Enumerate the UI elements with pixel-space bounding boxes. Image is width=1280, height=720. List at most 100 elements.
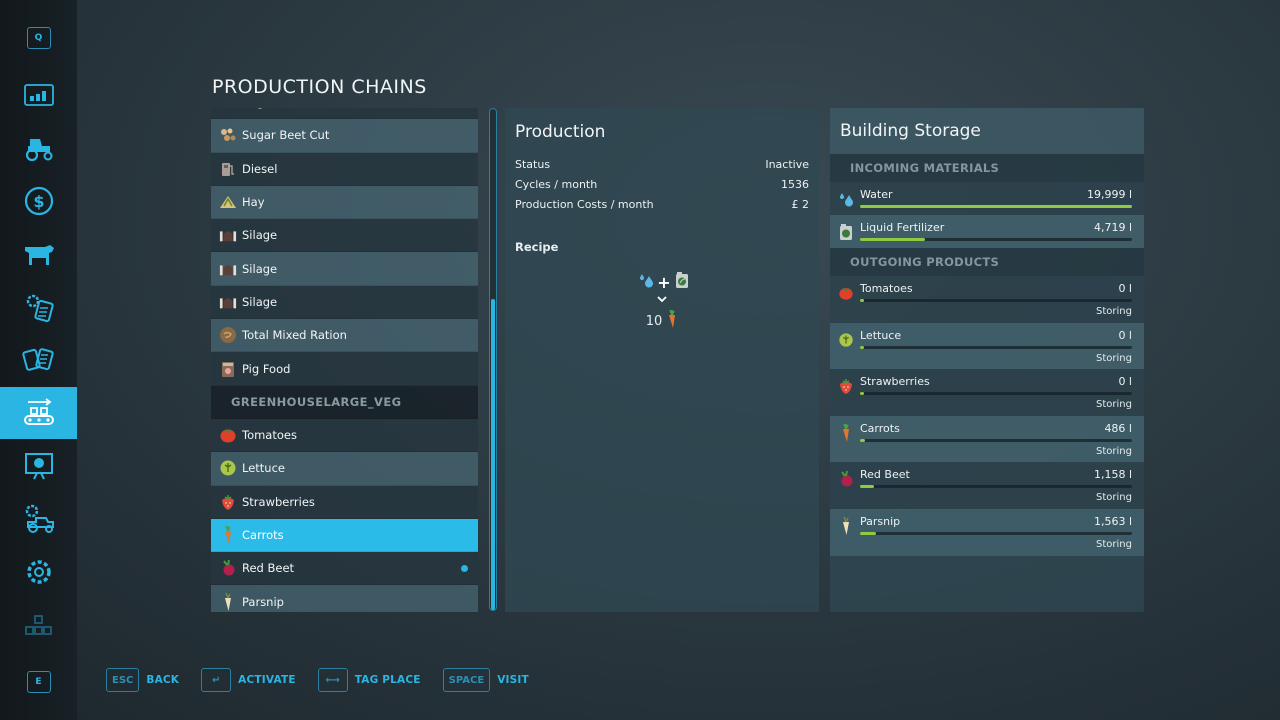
parsnip-icon (219, 592, 237, 611)
activate-button[interactable]: ↵ ACTIVATE (201, 668, 296, 692)
outgoing-product-row: Parsnip 1,563 l Storing (830, 508, 1144, 556)
cow-icon (24, 245, 54, 265)
tmr-icon (219, 326, 237, 344)
gear-tractor-icon (25, 504, 54, 533)
storage-mode-status: Storing (1096, 352, 1132, 364)
list-item[interactable]: Sugar Beet Cut (211, 119, 478, 153)
status-value: Inactive (765, 157, 809, 171)
fill-level-bar-fill (860, 531, 877, 535)
costs-label: Production Costs / month (515, 197, 654, 211)
list-item[interactable]: Parsnip (211, 585, 478, 612)
sidebar-item-contracts[interactable] (0, 281, 77, 333)
sidebar-item-vehicles[interactable] (0, 122, 77, 174)
list-item[interactable]: Sugar (211, 108, 478, 120)
storage-item-amount: 0 l (1118, 375, 1132, 389)
list-item-label: Total Mixed Ration (242, 328, 347, 343)
scrollbar-thumb[interactable] (491, 299, 495, 610)
tag-place-button[interactable]: ⟷ TAG PLACE (317, 668, 421, 692)
list-item[interactable]: Carrots (211, 518, 478, 553)
cycles-label: Cycles / month (515, 177, 598, 191)
sidebar-item-price-list[interactable] (0, 334, 77, 386)
sidebar-item-hierarchy[interactable] (0, 600, 77, 652)
fill-level-bar (860, 345, 1132, 349)
list-item[interactable]: Diesel (211, 152, 478, 186)
incoming-materials-label: INCOMING MATERIALS (830, 154, 1144, 182)
storage-item-amount: 0 l (1118, 282, 1132, 295)
list-item-label: Silage (242, 228, 278, 243)
list-item-label: Tomatoes (242, 428, 297, 443)
list-item[interactable]: Total Mixed Ration (211, 319, 478, 353)
list-item-label: Silage (242, 294, 278, 309)
recipe: + 10 (505, 271, 819, 333)
liquid-fertilizer-icon (838, 223, 854, 241)
storage-item-name: Liquid Fertilizer (860, 221, 945, 234)
tractor-icon (25, 139, 52, 162)
sidebar-item-statistics[interactable] (0, 69, 77, 121)
list-item[interactable]: Red Beet (211, 552, 478, 586)
carrot-icon (666, 309, 678, 333)
gear-icon (26, 560, 51, 584)
list-item-label: Sugar Beet Cut (242, 128, 330, 143)
esc-key-icon: ESC (106, 668, 140, 692)
sidebar-item-animals[interactable] (0, 228, 77, 280)
water-icon (838, 190, 854, 208)
sidebar-item-prev-page[interactable]: Q (0, 12, 77, 64)
list-item[interactable]: Strawberries (211, 485, 478, 519)
storage-item-name: Carrots (860, 421, 900, 435)
list-item[interactable]: Tomatoes (211, 418, 478, 453)
tab-key-icon: ⟷ (317, 668, 348, 692)
sidebar-item-workers[interactable] (0, 493, 77, 545)
sidebar-item-settings[interactable] (0, 546, 77, 598)
list-item[interactable]: Pig Food (211, 352, 478, 386)
red-beet-icon (838, 470, 854, 488)
sugar-icon (219, 108, 237, 111)
visit-button[interactable]: SPACE VISIT (442, 668, 529, 692)
carrot-icon (838, 423, 854, 442)
q-key-icon: Q (26, 27, 51, 49)
fill-level-bar-fill (860, 392, 864, 396)
list-item[interactable]: Silage (211, 285, 478, 320)
chart-icon (23, 84, 54, 106)
incoming-material-row: Water 19,999 l (830, 182, 1144, 215)
fill-level-bar-fill (860, 438, 866, 442)
diesel-icon (219, 160, 237, 178)
sidebar-item-finances[interactable]: $ (0, 175, 77, 227)
strawberry-icon (838, 377, 854, 395)
active-indicator-dot (461, 564, 468, 572)
storage-item-amount: 486 l (1104, 421, 1132, 435)
list-item[interactable]: Silage (211, 219, 478, 253)
sidebar-item-production-chains[interactable] (0, 387, 77, 439)
fill-level-bar-fill (860, 485, 874, 489)
conveyor-icon (23, 398, 54, 425)
list-item-label: Strawberries (242, 494, 315, 509)
storage-item-name: Strawberries (860, 375, 930, 389)
list-item-label: Diesel (242, 161, 278, 176)
documents-icon (21, 348, 54, 371)
list-item[interactable]: Silage (211, 252, 478, 286)
sidebar-item-help[interactable] (0, 440, 77, 492)
list-item[interactable]: Hay (211, 185, 478, 220)
carrot-icon (219, 525, 237, 544)
e-key-icon: E (26, 671, 51, 693)
list-item-label: Parsnip (242, 594, 284, 609)
list-item[interactable]: Lettuce (211, 452, 478, 486)
storage-item-name: Red Beet (860, 468, 910, 482)
sidebar-item-next-page[interactable]: E (0, 656, 77, 708)
tag-place-label: TAG PLACE (354, 674, 421, 686)
building-storage-panel: Building Storage INCOMING MATERIALS Wate… (830, 108, 1144, 612)
production-chain-list[interactable]: Sugar Sugar Beet Cut Diesel Hay Silage Silage… (211, 108, 478, 612)
outgoing-product-row: Strawberries 0 l Storing (830, 369, 1144, 416)
status-row: Status Inactive (515, 154, 809, 174)
lettuce-icon (219, 459, 237, 477)
fill-level-bar (860, 299, 1132, 302)
tomato-icon (219, 426, 237, 444)
back-button[interactable]: ESC BACK (106, 668, 179, 692)
list-item-label: GREENHOUSELARGE_VEG (231, 394, 402, 409)
silage-icon (219, 293, 237, 311)
storage-item-amount: 19,999 l (1086, 188, 1132, 201)
gear-document-icon (26, 294, 54, 323)
outgoing-product-row: Red Beet 1,158 l Storing (830, 462, 1144, 509)
storage-mode-status: Storing (1096, 445, 1132, 457)
list-scrollbar[interactable] (489, 108, 497, 611)
silage-icon (219, 226, 237, 244)
